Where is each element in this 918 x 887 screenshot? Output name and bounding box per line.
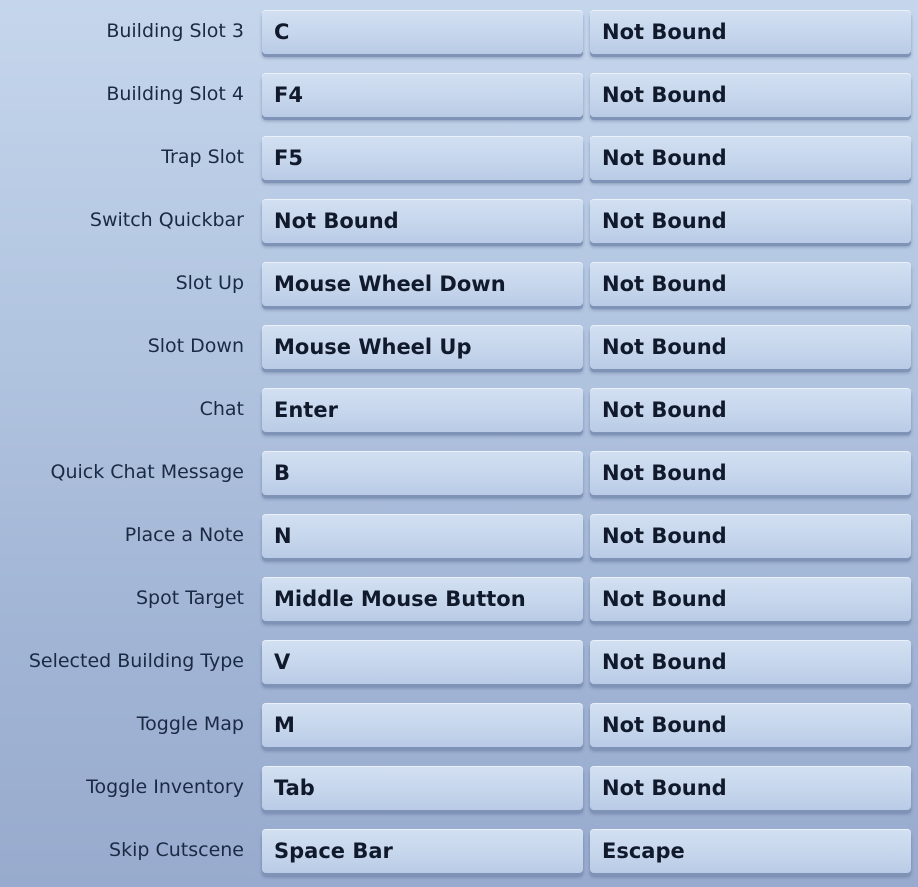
- action-label: Skip Cutscene: [109, 839, 244, 861]
- action-label: Slot Up: [175, 272, 244, 294]
- primary-key-button[interactable]: C: [262, 10, 583, 54]
- secondary-key-button[interactable]: Not Bound: [590, 388, 911, 432]
- primary-key-button[interactable]: F4: [262, 73, 583, 117]
- action-label: Switch Quickbar: [89, 209, 244, 231]
- action-label: Trap Slot: [161, 146, 244, 168]
- secondary-key-button[interactable]: Not Bound: [590, 451, 911, 495]
- secondary-key-button[interactable]: Not Bound: [590, 766, 911, 810]
- action-label: Building Slot 3: [106, 20, 244, 42]
- primary-key-button[interactable]: Enter: [262, 388, 583, 432]
- action-label: Toggle Inventory: [86, 776, 244, 798]
- primary-key-button[interactable]: Space Bar: [262, 829, 583, 873]
- keybinding-row: Skip Cutscene Space Bar Escape: [0, 824, 918, 876]
- keybinding-row: Trap Slot F5 Not Bound: [0, 131, 918, 183]
- primary-key-button[interactable]: F5: [262, 136, 583, 180]
- action-label: Selected Building Type: [28, 650, 244, 672]
- secondary-key-button[interactable]: Not Bound: [590, 640, 911, 684]
- primary-key-button[interactable]: M: [262, 703, 583, 747]
- keybinding-row: Chat Enter Not Bound: [0, 383, 918, 435]
- action-label: Building Slot 4: [106, 83, 244, 105]
- action-label: Slot Down: [147, 335, 244, 357]
- primary-key-button[interactable]: B: [262, 451, 583, 495]
- secondary-key-button[interactable]: Not Bound: [590, 514, 911, 558]
- action-label: Place a Note: [124, 524, 244, 546]
- secondary-key-button[interactable]: Not Bound: [590, 703, 911, 747]
- primary-key-button[interactable]: Tab: [262, 766, 583, 810]
- secondary-key-button[interactable]: Not Bound: [590, 136, 911, 180]
- keybinding-row: Toggle Map M Not Bound: [0, 698, 918, 750]
- secondary-key-button[interactable]: Not Bound: [590, 262, 911, 306]
- keybinding-row: Switch Quickbar Not Bound Not Bound: [0, 194, 918, 246]
- keybinding-row: Quick Chat Message B Not Bound: [0, 446, 918, 498]
- action-label: Quick Chat Message: [50, 461, 244, 483]
- secondary-key-button[interactable]: Not Bound: [590, 577, 911, 621]
- primary-key-button[interactable]: Mouse Wheel Down: [262, 262, 583, 306]
- primary-key-button[interactable]: Not Bound: [262, 199, 583, 243]
- secondary-key-button[interactable]: Not Bound: [590, 325, 911, 369]
- keybinding-row: Building Slot 3 C Not Bound: [0, 5, 918, 57]
- keybinding-row: Place a Note N Not Bound: [0, 509, 918, 561]
- secondary-key-button[interactable]: Not Bound: [590, 73, 911, 117]
- keybinding-row: Spot Target Middle Mouse Button Not Boun…: [0, 572, 918, 624]
- keybinding-row: Selected Building Type V Not Bound: [0, 635, 918, 687]
- keybinding-row: Toggle Inventory Tab Not Bound: [0, 761, 918, 813]
- keybinding-row: Slot Down Mouse Wheel Up Not Bound: [0, 320, 918, 372]
- primary-key-button[interactable]: Middle Mouse Button: [262, 577, 583, 621]
- action-label: Chat: [199, 398, 244, 420]
- keybinding-row: Slot Up Mouse Wheel Down Not Bound: [0, 257, 918, 309]
- keybinding-row: Building Slot 4 F4 Not Bound: [0, 68, 918, 120]
- action-label: Toggle Map: [136, 713, 244, 735]
- secondary-key-button[interactable]: Not Bound: [590, 199, 911, 243]
- primary-key-button[interactable]: Mouse Wheel Up: [262, 325, 583, 369]
- action-label: Spot Target: [135, 587, 244, 609]
- secondary-key-button[interactable]: Escape: [590, 829, 911, 873]
- primary-key-button[interactable]: N: [262, 514, 583, 558]
- primary-key-button[interactable]: V: [262, 640, 583, 684]
- secondary-key-button[interactable]: Not Bound: [590, 10, 911, 54]
